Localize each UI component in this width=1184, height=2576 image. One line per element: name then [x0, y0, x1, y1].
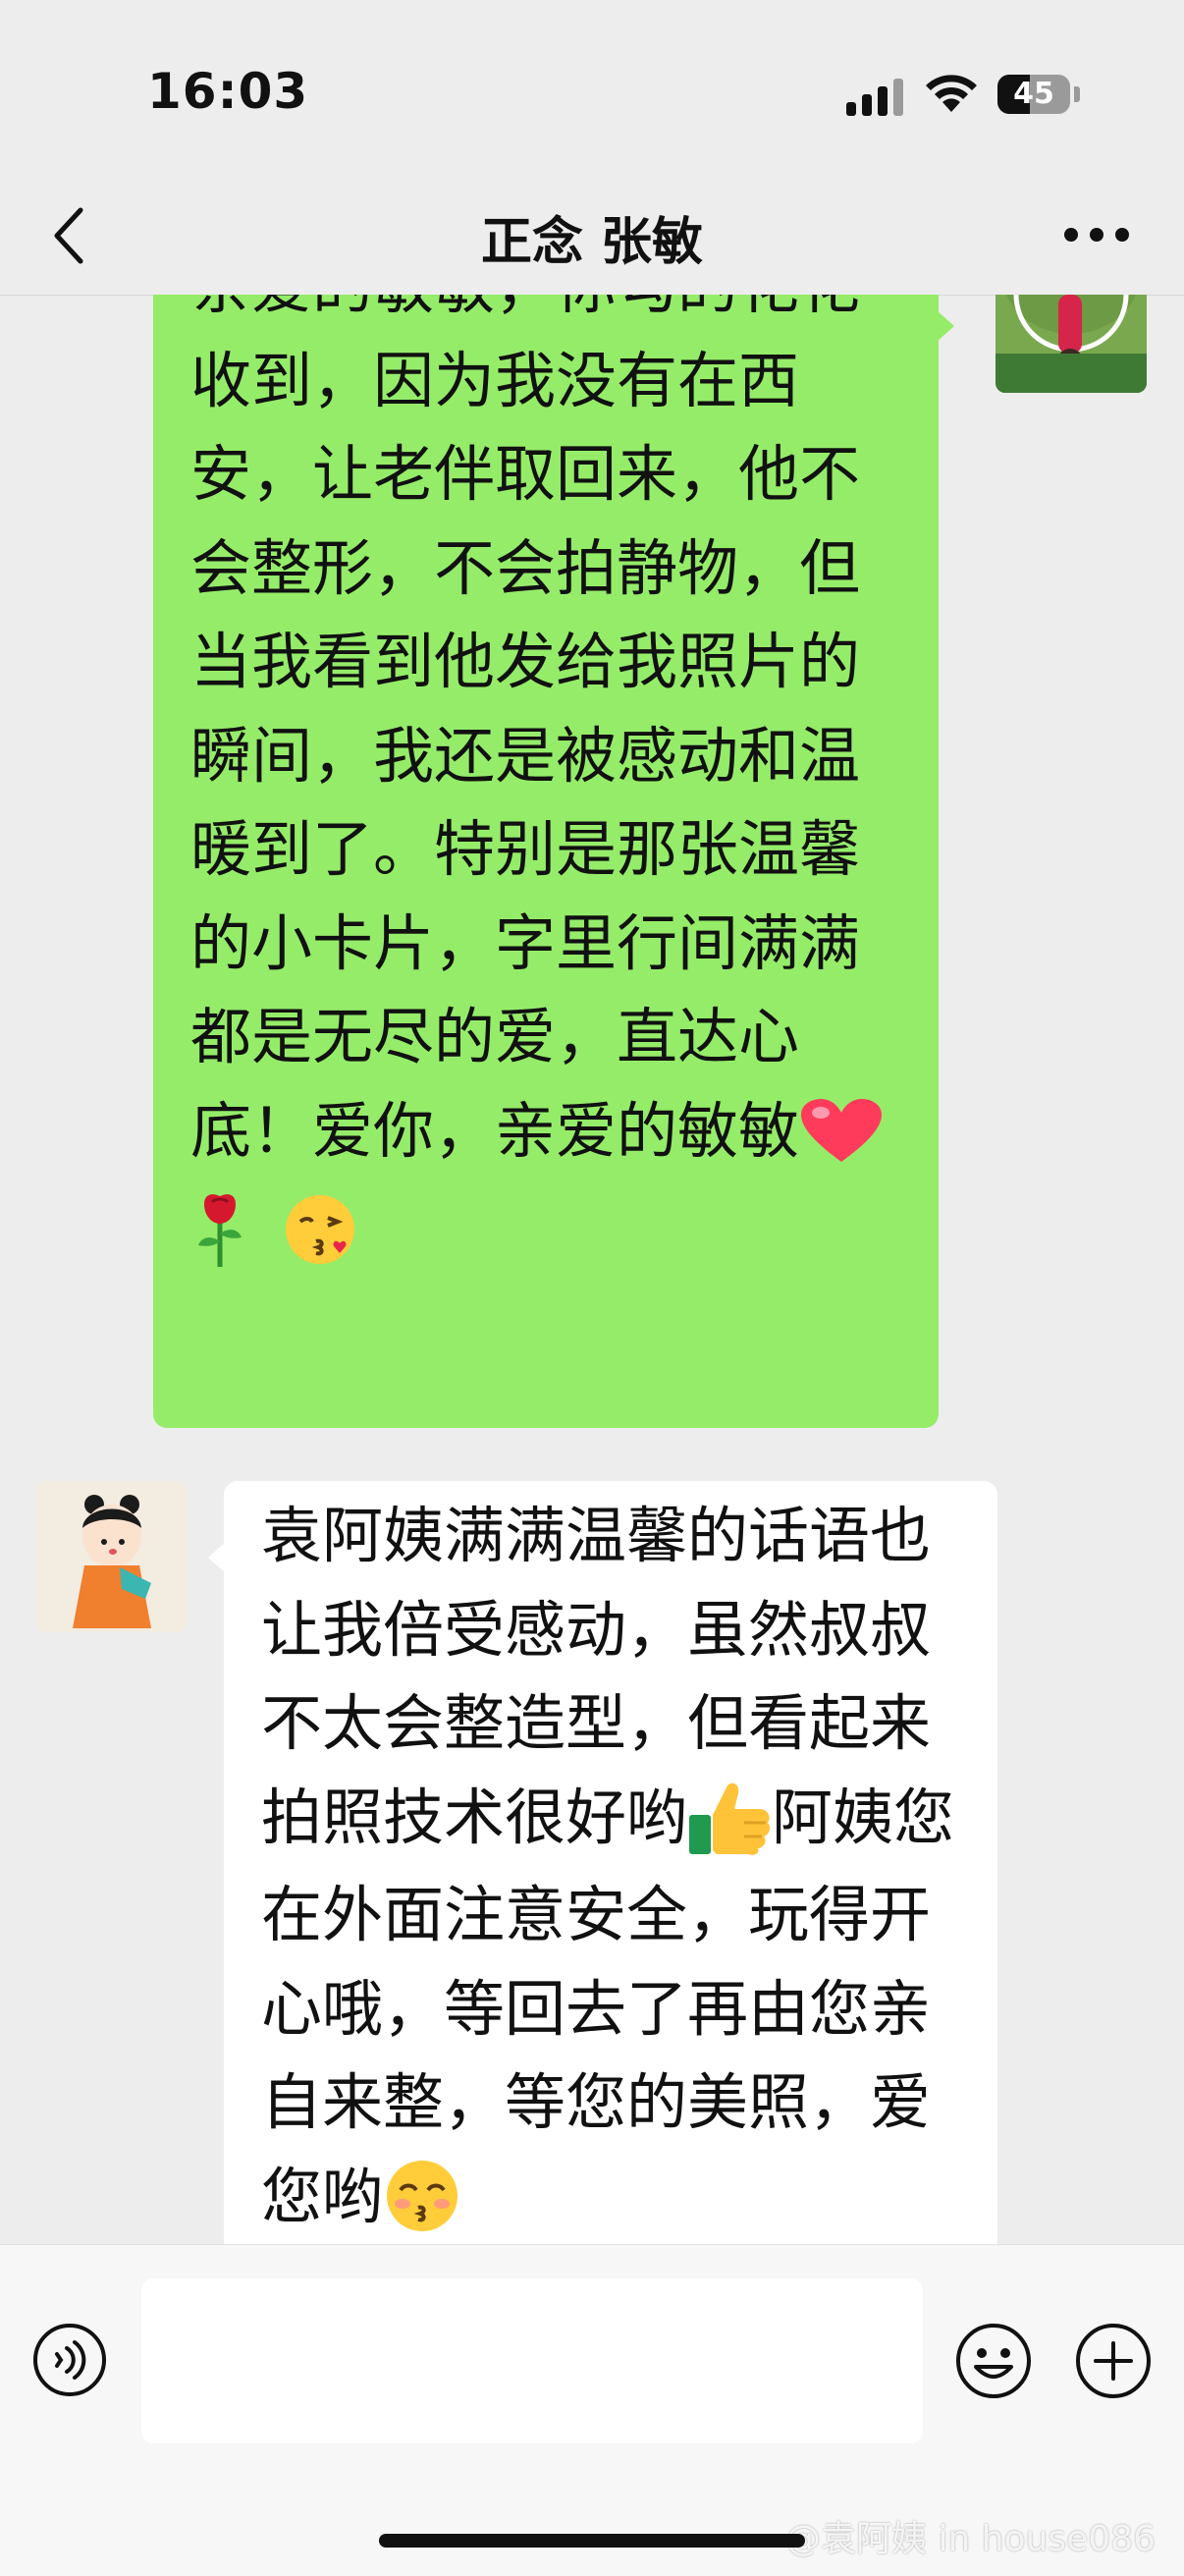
smiley-icon[interactable]: [954, 2322, 1033, 2400]
contact-avatar[interactable]: [35, 1481, 187, 1632]
status-time: 16:03: [147, 63, 309, 120]
kissing-face-emoji: [383, 2154, 461, 2244]
more-options-icon[interactable]: [1056, 216, 1135, 255]
rose-emoji: [190, 1185, 249, 1280]
self-avatar[interactable]: [996, 295, 1147, 393]
battery-cap: [1074, 86, 1080, 102]
thumbs-up-emoji: [687, 1775, 772, 1869]
plus-circle-icon[interactable]: [1074, 2322, 1153, 2400]
status-bar: 16:03 45: [0, 0, 1184, 177]
cellular-signal-icon: [846, 77, 907, 116]
battery-percent: 45: [1013, 77, 1054, 111]
message-bubble-outgoing[interactable]: 亲爱的敏敏，你勾的花花收到，因为我没有在西安，让老伴取回来，他不会整形，不会拍静…: [153, 295, 954, 1428]
chat-header: 正念 张敏: [0, 177, 1184, 296]
battery-icon: 45: [997, 75, 1070, 114]
message-text: 亲爱的敏敏，你勾的花花收到，因为我没有在西安，让老伴取回来，他不会整形，不会拍静…: [190, 295, 861, 1167]
watermark: @袁阿姨 in house086: [785, 2519, 1156, 2559]
message-bubble-incoming[interactable]: 袁阿姨满满温馨的话语也让我倍受感动，虽然叔叔不太会整造型，但看起来拍照技术很好哟…: [208, 1481, 997, 2244]
wifi-icon: [926, 75, 977, 112]
message-input[interactable]: [141, 2278, 923, 2443]
red-heart-emoji: [799, 1088, 884, 1182]
chat-title: 正念 张敏: [480, 213, 704, 272]
voice-icon[interactable]: [31, 2322, 108, 2398]
face-blowing-kiss-emoji: [283, 1185, 357, 1280]
message-list[interactable]: 亲爱的敏敏，你勾的花花收到，因为我没有在西安，让老伴取回来，他不会整形，不会拍静…: [0, 295, 1184, 2244]
home-indicator[interactable]: [379, 2534, 805, 2548]
